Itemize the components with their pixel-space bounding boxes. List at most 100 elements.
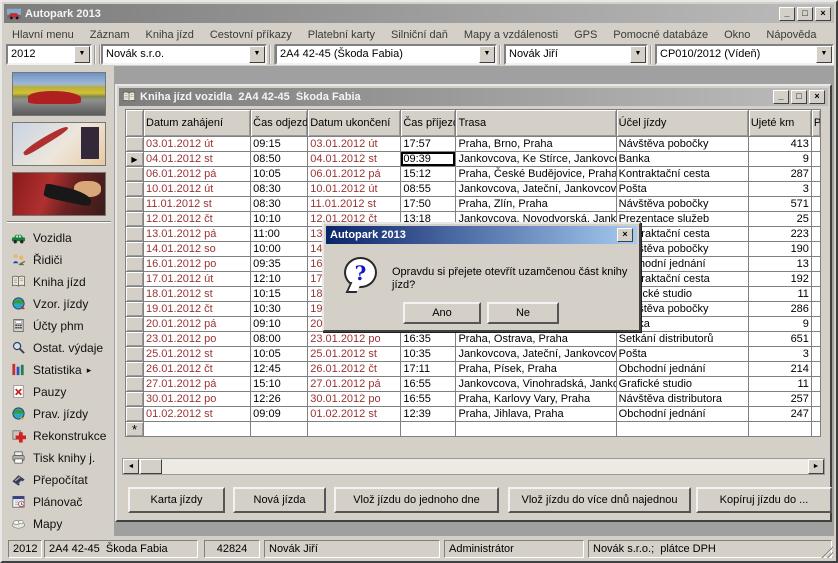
cell-km[interactable]: 13 xyxy=(748,257,811,272)
cell-km[interactable]: 247 xyxy=(748,407,811,422)
cell-start-date[interactable]: 18.01.2012 st xyxy=(144,287,251,302)
cell-partial[interactable] xyxy=(811,242,820,257)
cell-km[interactable] xyxy=(748,422,811,437)
cell-end-date[interactable]: 27.01.2012 pá xyxy=(308,377,401,392)
cell-end-date[interactable]: 06.01.2012 pá xyxy=(308,167,401,182)
cell-end-date[interactable]: 10.01.2012 út xyxy=(308,182,401,197)
menu-item[interactable]: Mapy a vzdálenosti xyxy=(456,27,566,43)
column-header[interactable]: Datum zahájení xyxy=(144,110,251,137)
chevron-down-icon[interactable]: ▼ xyxy=(816,46,832,63)
cell-partial[interactable] xyxy=(811,257,820,272)
cell-purpose[interactable]: Setkání distributorů xyxy=(616,332,748,347)
cell-arrival-time[interactable]: 16:55 xyxy=(401,377,456,392)
cell-departure-time[interactable]: 09:09 xyxy=(251,407,308,422)
scrollbar-thumb[interactable] xyxy=(140,459,162,474)
cell-departure-time[interactable]: 11:00 xyxy=(251,227,308,242)
sidebar-item[interactable]: Vozidla xyxy=(4,227,114,249)
cell-partial[interactable] xyxy=(811,317,820,332)
row-selector[interactable] xyxy=(126,257,144,272)
menu-item[interactable]: Kniha jízd xyxy=(138,27,202,43)
cell-departure-time[interactable]: 12:10 xyxy=(251,272,308,287)
cell-arrival-time[interactable]: 08:55 xyxy=(401,182,456,197)
row-selector[interactable] xyxy=(126,317,144,332)
cell-departure-time[interactable]: 10:10 xyxy=(251,212,308,227)
row-selector[interactable] xyxy=(126,242,144,257)
cell-arrival-time[interactable]: 16:35 xyxy=(401,332,456,347)
cell-purpose[interactable]: Obchodní jednání xyxy=(616,362,748,377)
cell-departure-time[interactable]: 10:00 xyxy=(251,242,308,257)
close-icon[interactable]: × xyxy=(809,90,825,104)
cell-end-date[interactable] xyxy=(308,422,401,437)
cell-purpose[interactable]: Návštěva pobočky xyxy=(616,197,748,212)
row-selector[interactable] xyxy=(126,212,144,227)
sidebar-item[interactable]: Přepočítat xyxy=(4,469,114,491)
cell-km[interactable]: 3 xyxy=(748,347,811,362)
table-row[interactable]: 03.01.2012 út09:1503.01.2012 út17:57Prah… xyxy=(126,137,821,152)
row-selector[interactable] xyxy=(126,332,144,347)
row-selector[interactable] xyxy=(126,182,144,197)
row-selector[interactable] xyxy=(126,392,144,407)
cell-km[interactable]: 286 xyxy=(748,302,811,317)
row-selector[interactable] xyxy=(126,272,144,287)
company-combo[interactable]: Novák s.r.o. ▼ xyxy=(101,44,267,65)
table-row[interactable]: 27.01.2012 pá15:1027.01.2012 pá16:55Jank… xyxy=(126,377,821,392)
cell-route[interactable]: Jankovcova, Ke Stírce, Jankovcova xyxy=(456,152,616,167)
cell-start-date[interactable]: 12.01.2012 čt xyxy=(144,212,251,227)
menu-item[interactable]: Cestovní příkazy xyxy=(202,27,300,43)
cell-partial[interactable] xyxy=(811,137,820,152)
cell-km[interactable]: 9 xyxy=(748,152,811,167)
cell-purpose[interactable]: Pošta xyxy=(616,182,748,197)
no-button[interactable]: Ne xyxy=(487,302,559,324)
menu-item[interactable]: GPS xyxy=(566,27,605,43)
cell-start-date[interactable]: 27.01.2012 pá xyxy=(144,377,251,392)
sidebar-item[interactable]: Řidiči xyxy=(4,249,114,271)
table-row[interactable]: 23.01.2012 po08:0023.01.2012 po16:35Prah… xyxy=(126,332,821,347)
chevron-down-icon[interactable]: ▼ xyxy=(630,46,646,63)
cell-departure-time[interactable]: 12:26 xyxy=(251,392,308,407)
cell-start-date[interactable]: 11.01.2012 st xyxy=(144,197,251,212)
cell-arrival-time[interactable]: 10:35 xyxy=(401,347,456,362)
cell-km[interactable]: 25 xyxy=(748,212,811,227)
sidebar-item[interactable]: Pauzy xyxy=(4,381,114,403)
row-selector[interactable] xyxy=(126,347,144,362)
cell-partial[interactable] xyxy=(811,332,820,347)
cell-partial[interactable] xyxy=(811,152,820,167)
cell-partial[interactable] xyxy=(811,377,820,392)
cell-km[interactable]: 11 xyxy=(748,287,811,302)
cell-arrival-time[interactable]: 09:39 xyxy=(401,152,456,167)
row-selector[interactable]: ▶ xyxy=(126,152,144,167)
cell-km[interactable]: 571 xyxy=(748,197,811,212)
cell-departure-time[interactable]: 09:35 xyxy=(251,257,308,272)
cell-end-date[interactable]: 23.01.2012 po xyxy=(308,332,401,347)
menu-item[interactable]: Okno xyxy=(716,27,758,43)
scroll-left-icon[interactable]: ◄ xyxy=(123,459,139,474)
driver-combo[interactable]: Novák Jiří ▼ xyxy=(504,44,648,65)
cell-purpose[interactable]: Obchodní jednání xyxy=(616,407,748,422)
cell-arrival-time[interactable]: 17:57 xyxy=(401,137,456,152)
column-header[interactable]: Čas příjezdu xyxy=(401,110,456,137)
cell-departure-time[interactable]: 10:05 xyxy=(251,347,308,362)
cell-start-date[interactable]: 25.01.2012 st xyxy=(144,347,251,362)
table-row[interactable]: 26.01.2012 čt12:4526.01.2012 čt17:11Prah… xyxy=(126,362,821,377)
cell-start-date[interactable]: 23.01.2012 po xyxy=(144,332,251,347)
menu-item[interactable]: Platební karty xyxy=(300,27,383,43)
cell-departure-time[interactable] xyxy=(251,422,308,437)
sidebar-item[interactable]: Tisk knihy j. xyxy=(4,447,114,469)
cell-start-date[interactable]: 10.01.2012 út xyxy=(144,182,251,197)
cell-start-date[interactable]: 16.01.2012 po xyxy=(144,257,251,272)
cell-km[interactable]: 11 xyxy=(748,377,811,392)
cell-purpose[interactable]: Pošta xyxy=(616,347,748,362)
cell-start-date[interactable]: 14.01.2012 so xyxy=(144,242,251,257)
row-selector[interactable] xyxy=(126,407,144,422)
cell-km[interactable]: 3 xyxy=(748,182,811,197)
trip-card-button[interactable]: Karta jízdy xyxy=(128,487,225,513)
cell-departure-time[interactable]: 08:50 xyxy=(251,152,308,167)
cell-purpose[interactable]: Návštěva pobočky xyxy=(616,137,748,152)
cell-departure-time[interactable]: 08:00 xyxy=(251,332,308,347)
menu-item[interactable]: Nápověda xyxy=(758,27,824,43)
chevron-down-icon[interactable]: ▼ xyxy=(249,46,265,63)
cell-end-date[interactable]: 25.01.2012 st xyxy=(308,347,401,362)
cell-km[interactable]: 287 xyxy=(748,167,811,182)
minimize-icon[interactable]: _ xyxy=(773,90,789,104)
cell-arrival-time[interactable]: 12:39 xyxy=(401,407,456,422)
